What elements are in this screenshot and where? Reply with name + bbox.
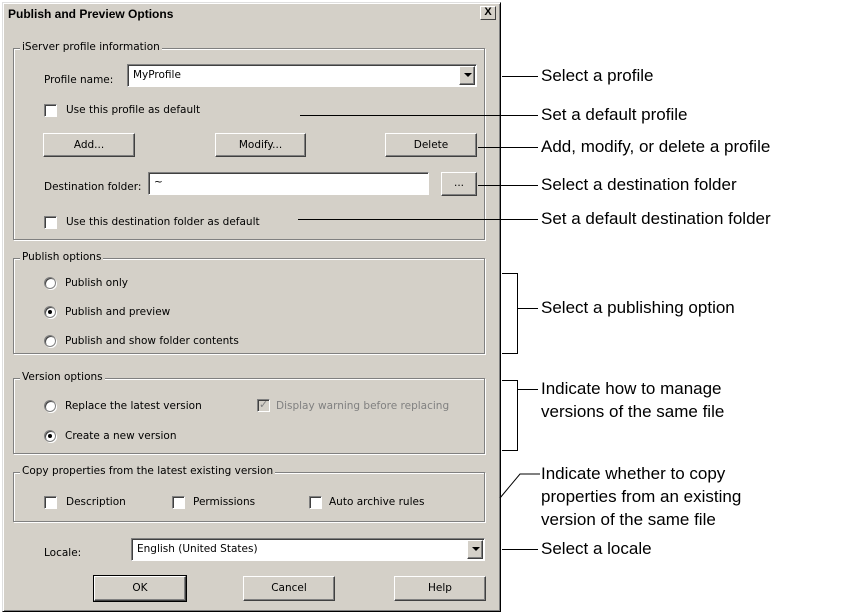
locale-label: Locale: bbox=[44, 547, 82, 559]
publish-preview-label: Publish and preview bbox=[65, 306, 171, 318]
callout-select-destination: Select a destination folder bbox=[541, 175, 737, 194]
profile-name-select[interactable]: MyProfile bbox=[127, 64, 477, 87]
bracket-spine-version bbox=[517, 380, 518, 450]
callout-line-destination bbox=[478, 185, 538, 186]
dialog-title: Publish and Preview Options bbox=[8, 7, 174, 21]
default-profile-checkbox[interactable] bbox=[44, 104, 57, 117]
publish-preview-radio[interactable] bbox=[44, 306, 56, 318]
create-version-radio[interactable] bbox=[44, 430, 56, 442]
callout-manage-versions-line2: versions of the same file bbox=[541, 402, 725, 421]
callout-line-default-profile bbox=[300, 115, 538, 116]
profile-name-value: MyProfile bbox=[133, 69, 181, 81]
display-warning-label: Display warning before replacing bbox=[276, 400, 450, 412]
publish-options-legend: Publish options bbox=[20, 251, 104, 263]
publish-only-label: Publish only bbox=[65, 277, 128, 289]
callout-select-publishing: Select a publishing option bbox=[541, 298, 735, 317]
bracket-bottom-publish bbox=[502, 353, 518, 354]
close-button[interactable]: X bbox=[480, 6, 496, 20]
chevron-down-icon bbox=[464, 73, 472, 77]
ok-button[interactable]: OK bbox=[94, 576, 186, 601]
callout-select-locale: Select a locale bbox=[541, 539, 652, 558]
callout-add-modify-delete: Add, modify, or delete a profile bbox=[541, 137, 771, 156]
callout-line-add-modify bbox=[478, 147, 538, 148]
publish-show-folder-radio[interactable] bbox=[44, 335, 56, 347]
description-label: Description bbox=[66, 496, 126, 508]
permissions-checkbox[interactable] bbox=[172, 496, 185, 509]
callout-copy-properties-line3: version of the same file bbox=[541, 510, 716, 529]
callout-set-default-profile: Set a default profile bbox=[541, 105, 688, 124]
modify-profile-button[interactable]: Modify... bbox=[215, 133, 306, 157]
version-options-legend: Version options bbox=[20, 371, 105, 383]
replace-version-label: Replace the latest version bbox=[65, 400, 202, 412]
callout-line-profile bbox=[502, 76, 538, 77]
publish-only-radio[interactable] bbox=[44, 277, 56, 289]
publish-show-folder-label: Publish and show folder contents bbox=[65, 335, 239, 347]
callout-manage-versions-line1: Indicate how to manage bbox=[541, 379, 722, 398]
display-warning-checkbox[interactable]: ✓ bbox=[257, 399, 270, 412]
destination-folder-input[interactable]: ~ bbox=[148, 172, 429, 195]
version-options-group bbox=[13, 378, 485, 454]
profile-name-label: Profile name: bbox=[44, 74, 114, 86]
help-button[interactable]: Help bbox=[394, 576, 486, 601]
auto-archive-checkbox[interactable] bbox=[309, 496, 322, 509]
callout-line-copy-properties bbox=[499, 473, 540, 499]
browse-folder-button[interactable]: ... bbox=[441, 172, 477, 196]
copy-properties-legend: Copy properties from the latest existing… bbox=[20, 465, 276, 477]
bracket-top-version bbox=[502, 380, 518, 381]
destination-folder-label: Destination folder: bbox=[44, 181, 142, 193]
callout-line-locale bbox=[502, 549, 538, 550]
auto-archive-label: Auto archive rules bbox=[329, 496, 425, 508]
bracket-bottom-version bbox=[502, 450, 518, 451]
delete-profile-button[interactable]: Delete bbox=[385, 133, 477, 157]
close-icon: X bbox=[484, 6, 492, 18]
cancel-button[interactable]: Cancel bbox=[243, 576, 335, 601]
default-destination-label: Use this destination folder as default bbox=[66, 216, 260, 228]
create-version-label: Create a new version bbox=[65, 430, 177, 442]
locale-select[interactable]: English (United States) bbox=[131, 538, 485, 561]
description-checkbox[interactable] bbox=[44, 496, 57, 509]
callout-line-default-destination bbox=[298, 219, 538, 220]
permissions-label: Permissions bbox=[193, 496, 256, 508]
callout-select-profile: Select a profile bbox=[541, 66, 654, 85]
replace-version-radio[interactable] bbox=[44, 400, 56, 412]
radio-selected-dot bbox=[48, 434, 52, 438]
default-profile-label: Use this profile as default bbox=[66, 104, 201, 116]
callout-line-publishing bbox=[517, 308, 538, 309]
default-destination-checkbox[interactable] bbox=[44, 216, 57, 229]
profile-dropdown-button[interactable] bbox=[459, 66, 475, 85]
bracket-spine-publish bbox=[517, 273, 518, 353]
checkmark-icon: ✓ bbox=[259, 399, 269, 411]
locale-dropdown-button[interactable] bbox=[467, 540, 483, 559]
callout-copy-properties-line1: Indicate whether to copy bbox=[541, 464, 726, 483]
callout-copy-properties-line2: properties from an existing bbox=[541, 487, 742, 506]
profile-group-legend: iServer profile information bbox=[20, 41, 162, 53]
chevron-down-icon bbox=[472, 547, 480, 551]
callout-set-default-destination: Set a default destination folder bbox=[541, 209, 771, 228]
locale-value: English (United States) bbox=[137, 543, 258, 555]
bracket-top-publish bbox=[502, 273, 518, 274]
radio-selected-dot bbox=[48, 310, 52, 314]
add-profile-button[interactable]: Add... bbox=[43, 133, 135, 157]
title-bar: Publish and Preview Options X bbox=[4, 4, 499, 25]
callout-line-versions bbox=[517, 389, 538, 390]
